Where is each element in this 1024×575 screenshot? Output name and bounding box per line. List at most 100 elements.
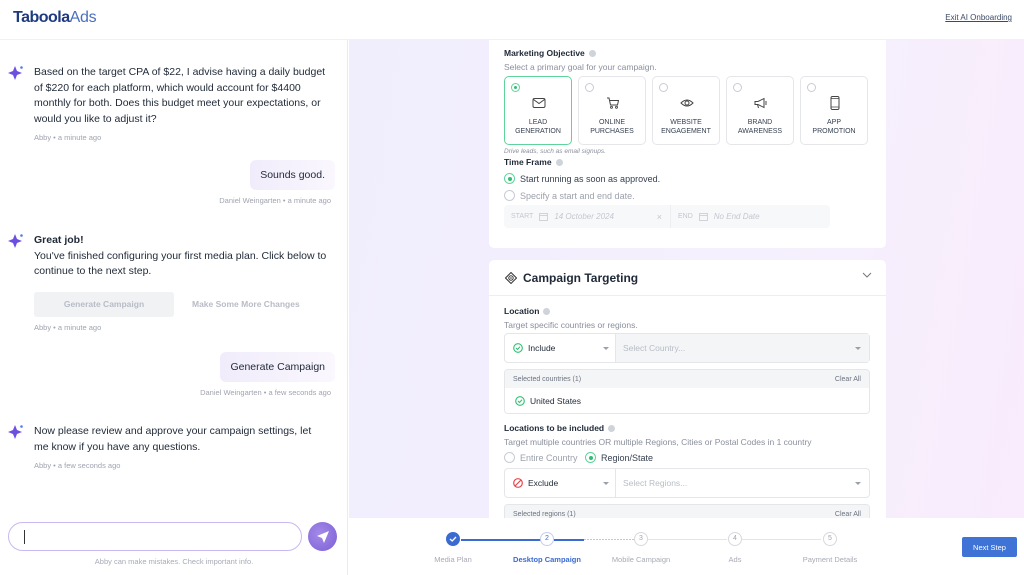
select-country-dropdown[interactable]: Select Country...	[615, 334, 869, 362]
disclaimer-text: Abby can make mistakes. Check important …	[94, 557, 254, 566]
start-date-value[interactable]: 14 October 2024	[554, 212, 614, 221]
abby-sparkle-icon	[8, 425, 23, 439]
objective-website-engagement[interactable]: WEBSITE ENGAGEMENT	[652, 76, 720, 145]
help-icon[interactable]	[543, 307, 551, 315]
exclude-dropdown[interactable]: Exclude	[505, 469, 615, 497]
timeframe-asap-option[interactable]: Start running as soon as approved.	[504, 173, 660, 184]
region-state-option[interactable]: Region/State	[585, 452, 653, 463]
top-bar: TaboolaAds Exit AI Onboarding	[0, 0, 1024, 40]
objective-card: Marketing Objective Select a primary goa…	[489, 40, 886, 248]
step-label: Mobile Campaign	[611, 555, 671, 564]
objective-lead-generation[interactable]: LEAD GENERATION	[504, 76, 572, 145]
campaign-targeting-header[interactable]: Campaign Targeting	[489, 260, 886, 296]
objective-hint: Drive leads, such as email signups.	[504, 148, 606, 155]
step-payment-details[interactable]: 5 Payment Details	[785, 532, 875, 564]
dropdown-arrow-icon	[855, 482, 861, 485]
message-meta: Abby • a few seconds ago	[34, 461, 121, 470]
exit-ai-onboarding-link[interactable]: Exit AI Onboarding	[945, 13, 1012, 22]
help-icon[interactable]	[555, 158, 563, 166]
objective-options: LEAD GENERATION ONLINE PURCHASES WEBSITE EN…	[504, 76, 868, 145]
check-circle-icon	[513, 343, 523, 353]
start-label: START	[511, 213, 534, 220]
help-icon[interactable]	[608, 424, 616, 432]
generate-campaign-button[interactable]: Generate Campaign	[34, 291, 174, 317]
radio[interactable]	[504, 452, 515, 463]
objective-subtitle: Select a primary goal for your campaign.	[504, 62, 657, 72]
make-more-changes-button[interactable]: Make Some More Changes	[182, 292, 300, 317]
envelope-icon	[532, 98, 546, 108]
check-circle-icon	[515, 395, 525, 406]
next-step-button[interactable]: Next Step	[962, 537, 1017, 557]
radio-selected[interactable]	[504, 173, 515, 184]
campaign-editor: Marketing Objective Select a primary goa…	[349, 40, 1024, 518]
radio[interactable]	[733, 83, 742, 92]
step-ads[interactable]: 4 Ads	[690, 532, 780, 564]
end-date-value[interactable]: No End Date	[714, 212, 760, 221]
select-regions-dropdown[interactable]: Select Regions...	[615, 469, 869, 497]
ai-message-text: Based on the target CPA of $22, I advise…	[34, 66, 326, 125]
radio[interactable]	[511, 83, 520, 92]
radio[interactable]	[585, 83, 594, 92]
radio[interactable]	[807, 83, 816, 92]
ai-message: Now please review and approve your campa…	[8, 424, 328, 470]
step-label: Media Plan	[434, 555, 472, 564]
send-button[interactable]	[308, 522, 337, 551]
locations-included-label: Locations to be included	[504, 423, 616, 433]
user-message: Generate Campaign	[220, 352, 335, 382]
phone-icon	[830, 96, 840, 110]
block-icon	[513, 478, 523, 488]
clear-all-countries-button[interactable]: Clear All	[835, 376, 861, 383]
user-message-text: Generate Campaign	[230, 361, 325, 373]
clear-all-regions-button[interactable]: Clear All	[835, 511, 861, 518]
radio[interactable]	[659, 83, 668, 92]
message-meta: Abby • a minute ago	[34, 133, 102, 142]
step-label: Desktop Campaign	[513, 555, 581, 564]
include-dropdown[interactable]: Include	[505, 334, 615, 362]
taboola-ads-logo: TaboolaAds	[13, 9, 97, 27]
chevron-down-icon[interactable]	[862, 272, 872, 278]
logo-suffix: Ads	[69, 9, 97, 26]
timeframe-dates-option[interactable]: Specify a start and end date.	[504, 190, 635, 201]
step-number: 5	[823, 532, 837, 546]
step-label: Payment Details	[802, 555, 858, 564]
step-number: 3	[634, 532, 648, 546]
entire-country-option[interactable]: Entire Country	[504, 452, 578, 463]
step-label: Ads	[728, 555, 742, 564]
selected-country-item: United States	[505, 388, 869, 413]
chat-input[interactable]	[8, 522, 302, 551]
dropdown-arrow-icon	[603, 482, 609, 485]
location-label: Location	[504, 306, 551, 316]
ai-message-title: Great job!	[34, 234, 84, 246]
ai-message: Based on the target CPA of $22, I advise…	[8, 65, 328, 142]
ai-message-text: You've finished configuring your first m…	[34, 249, 327, 278]
selected-countries-box: Selected countries (1) Clear All United S…	[504, 369, 870, 414]
radio-selected[interactable]	[585, 452, 596, 463]
date-range-picker[interactable]: START 14 October 2024 × END No End Date	[504, 205, 830, 228]
selected-regions-box: Selected regions (1) Clear All	[504, 504, 870, 518]
message-meta: Daniel Weingarten • a minute ago	[219, 196, 331, 205]
step-number: 4	[728, 532, 742, 546]
ai-message: Great job! You've finished configuring yo…	[8, 233, 328, 332]
step-desktop-campaign[interactable]: 2 Desktop Campaign	[502, 532, 592, 564]
selected-regions-header: Selected regions (1)	[513, 510, 576, 518]
objective-app-promotion[interactable]: APP PROMOTION	[800, 76, 868, 145]
locations-subtitle: Target multiple countries OR multiple Re…	[504, 437, 812, 447]
marketing-objective-label: Marketing Objective	[504, 48, 596, 58]
dropdown-arrow-icon	[855, 347, 861, 350]
objective-brand-awareness[interactable]: BRAND AWARENESS	[726, 76, 794, 145]
stepper-footer: Media Plan 2 Desktop Campaign 3 Mobile C…	[349, 518, 1024, 575]
radio[interactable]	[504, 190, 515, 201]
eye-icon	[680, 99, 694, 107]
location-subtitle: Target specific countries or regions.	[504, 320, 638, 330]
clear-date-icon[interactable]: ×	[657, 212, 662, 222]
dropdown-arrow-icon	[603, 347, 609, 350]
text-caret	[24, 530, 25, 544]
objective-online-purchases[interactable]: ONLINE PURCHASES	[578, 76, 646, 145]
message-meta: Daniel Weingarten • a few seconds ago	[200, 388, 331, 397]
help-icon[interactable]	[588, 49, 596, 57]
country-selector: Include Select Country...	[504, 333, 870, 363]
calendar-icon	[698, 213, 708, 221]
step-number: 2	[540, 532, 554, 546]
step-media-plan[interactable]: Media Plan	[408, 532, 498, 564]
step-mobile-campaign[interactable]: 3 Mobile Campaign	[596, 532, 686, 564]
